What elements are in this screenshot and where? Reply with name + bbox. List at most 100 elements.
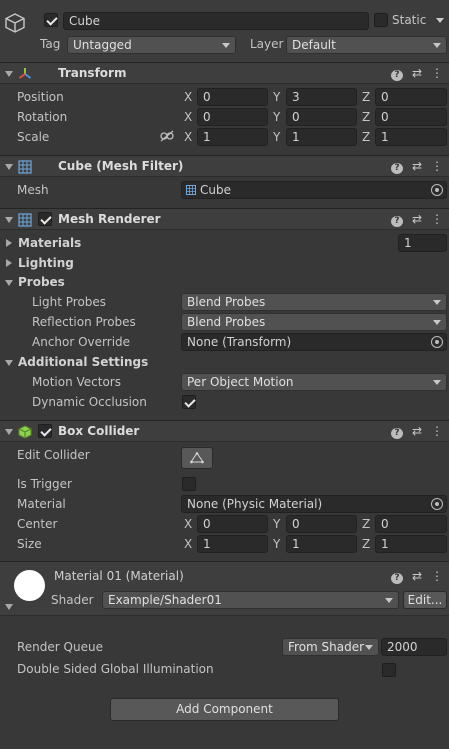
more-menu-icon[interactable]: ⋮: [431, 569, 443, 584]
active-checkbox[interactable]: [44, 13, 58, 27]
light-probes-value: Blend Probes: [187, 295, 266, 309]
dynamic-occlusion-checkbox[interactable]: [182, 395, 196, 409]
materials-section-label[interactable]: Materials: [18, 236, 81, 250]
axis-x-label: X: [184, 130, 193, 144]
edit-collider-button[interactable]: [181, 447, 213, 469]
static-dropdown-arrow[interactable]: [436, 18, 444, 23]
probes-section-label[interactable]: Probes: [18, 275, 65, 289]
shader-label: Shader: [51, 593, 94, 607]
reflection-probes-dropdown[interactable]: Blend Probes: [181, 313, 447, 331]
center-y-field[interactable]: 0: [286, 515, 357, 533]
chevron-down-icon: [433, 300, 441, 305]
anchor-override-field[interactable]: None (Transform): [181, 333, 447, 351]
presets-icon[interactable]: ⇄: [411, 424, 423, 439]
axis-z-label: Z: [362, 130, 371, 144]
shader-dropdown[interactable]: Example/Shader01: [102, 591, 399, 609]
lighting-foldout-arrow-icon[interactable]: [6, 259, 12, 267]
object-picker-icon[interactable]: [431, 184, 443, 196]
scale-x-field[interactable]: 1: [197, 128, 268, 146]
presets-icon[interactable]: ⇄: [411, 569, 423, 584]
chevron-down-icon: [433, 43, 441, 48]
axis-y-label: Y: [273, 110, 281, 124]
box-collider-icon: [18, 425, 32, 439]
mesh-filter-header[interactable]: Cube (Mesh Filter) ? ⇄ ⋮: [0, 155, 449, 177]
additional-settings-foldout-arrow-icon[interactable]: [5, 360, 13, 366]
size-y-field[interactable]: 1: [286, 535, 357, 553]
scale-y-field[interactable]: 1: [286, 128, 357, 146]
mesh-renderer-title: Mesh Renderer: [58, 212, 161, 226]
foldout-arrow-icon[interactable]: [5, 429, 13, 435]
materials-count-field[interactable]: 1: [398, 234, 447, 252]
mesh-renderer-header[interactable]: Mesh Renderer ? ⇄ ⋮: [0, 208, 449, 230]
scale-z-field[interactable]: 1: [375, 128, 447, 146]
axis-y-label: Y: [273, 130, 281, 144]
more-menu-icon[interactable]: ⋮: [431, 66, 443, 81]
material-header: Material 01 (Material) ? ⇄ ⋮ Shader Exam…: [0, 561, 449, 616]
collider-material-field[interactable]: None (Physic Material): [181, 495, 447, 513]
presets-icon[interactable]: ⇄: [411, 212, 423, 227]
presets-icon[interactable]: ⇄: [411, 159, 423, 174]
foldout-arrow-icon[interactable]: [5, 604, 13, 610]
axis-x-label: X: [184, 110, 193, 124]
mesh-renderer-enabled-checkbox[interactable]: [38, 212, 52, 226]
size-z-field[interactable]: 1: [375, 535, 447, 553]
more-menu-icon[interactable]: ⋮: [431, 212, 443, 227]
motion-vectors-dropdown[interactable]: Per Object Motion: [181, 373, 447, 391]
rotation-z-field[interactable]: 0: [375, 108, 447, 126]
motion-vectors-label: Motion Vectors: [32, 375, 121, 389]
foldout-arrow-icon[interactable]: [5, 217, 13, 223]
axis-z-label: Z: [362, 537, 371, 551]
help-icon[interactable]: ?: [391, 569, 403, 584]
render-queue-value-field[interactable]: 2000: [381, 638, 447, 656]
foldout-arrow-icon[interactable]: [5, 71, 13, 77]
transform-header[interactable]: Transform ? ⇄ ⋮: [0, 62, 449, 84]
dsgi-checkbox[interactable]: [382, 663, 396, 677]
is-trigger-checkbox[interactable]: [182, 477, 196, 491]
motion-vectors-value: Per Object Motion: [187, 375, 294, 389]
axis-z-label: Z: [362, 110, 371, 124]
position-x-field[interactable]: 0: [197, 88, 268, 106]
probes-foldout-arrow-icon[interactable]: [5, 280, 13, 286]
foldout-arrow-icon[interactable]: [5, 164, 13, 170]
rotation-label: Rotation: [17, 110, 68, 124]
collider-material-label: Material: [17, 497, 66, 511]
center-z-field[interactable]: 0: [375, 515, 447, 533]
object-picker-icon[interactable]: [431, 498, 443, 510]
position-z-field[interactable]: 0: [375, 88, 447, 106]
light-probes-dropdown[interactable]: Blend Probes: [181, 293, 447, 311]
shader-edit-button[interactable]: Edit...: [403, 591, 447, 609]
tag-dropdown[interactable]: Untagged: [67, 36, 236, 54]
help-icon[interactable]: ?: [391, 424, 403, 439]
rotation-x-field[interactable]: 0: [197, 108, 268, 126]
more-menu-icon[interactable]: ⋮: [431, 424, 443, 439]
help-icon[interactable]: ?: [391, 212, 403, 227]
render-queue-label: Render Queue: [17, 640, 103, 654]
box-collider-header[interactable]: Box Collider ? ⇄ ⋮: [0, 420, 449, 442]
object-picker-icon[interactable]: [431, 336, 443, 348]
component-header-icons: ? ⇄ ⋮: [391, 569, 443, 584]
help-icon[interactable]: ?: [391, 159, 403, 174]
edit-collider-label: Edit Collider: [17, 448, 90, 462]
presets-icon[interactable]: ⇄: [411, 66, 423, 81]
box-collider-enabled-checkbox[interactable]: [38, 424, 52, 438]
add-component-button[interactable]: Add Component: [110, 698, 339, 721]
static-checkbox[interactable]: [374, 13, 388, 27]
help-icon[interactable]: ?: [391, 66, 403, 81]
more-menu-icon[interactable]: ⋮: [431, 159, 443, 174]
position-y-field[interactable]: 3: [286, 88, 357, 106]
render-queue-mode-dropdown[interactable]: From Shader: [282, 638, 379, 656]
layer-dropdown[interactable]: Default: [286, 36, 447, 54]
lighting-section-label[interactable]: Lighting: [18, 256, 74, 270]
center-x-field[interactable]: 0: [197, 515, 268, 533]
mesh-object-field[interactable]: Cube: [181, 181, 447, 199]
light-probes-label: Light Probes: [32, 295, 107, 309]
materials-foldout-arrow-icon[interactable]: [6, 239, 12, 247]
layer-value: Default: [292, 38, 336, 52]
component-header-icons: ? ⇄ ⋮: [391, 159, 443, 174]
additional-settings-section-label[interactable]: Additional Settings: [18, 355, 148, 369]
axis-x-label: X: [184, 537, 193, 551]
rotation-y-field[interactable]: 0: [286, 108, 357, 126]
size-x-field[interactable]: 1: [197, 535, 268, 553]
object-name-field[interactable]: Cube: [63, 12, 369, 30]
constrain-proportions-icon[interactable]: [160, 130, 174, 142]
